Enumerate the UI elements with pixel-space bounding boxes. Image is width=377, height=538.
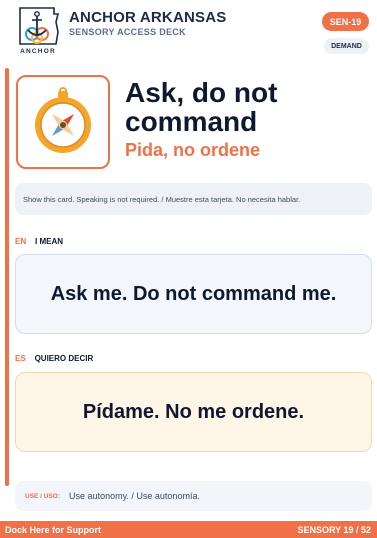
compass-tile — [16, 75, 110, 169]
use-note: USE / USO: Use autonomy. / Use autonomía… — [15, 481, 372, 511]
footer-card-index: SENSORY 19 / 52 — [297, 524, 371, 535]
brand-subtitle: SENSORY ACCESS DECK — [69, 27, 186, 37]
card-footer: Dock Here for Support SENSORY 19 / 52 — [0, 521, 377, 538]
logo-wordmark: ANCHOR — [20, 48, 56, 55]
en-heading: I MEAN — [35, 237, 64, 246]
es-heading: QUIERO DECIR — [34, 354, 94, 363]
use-label: USE / USO: — [25, 492, 61, 500]
anchor-logo: ANCHOR — [14, 6, 62, 58]
en-lang-tag: EN — [15, 237, 27, 246]
card-title: Ask, do not command — [125, 77, 278, 137]
use-text: Use autonomy. / Use autonomía. — [69, 491, 200, 501]
en-message-box: Ask me. Do not command me. — [15, 254, 372, 334]
card-title-es: Pida, no ordene — [125, 140, 261, 160]
sensory-card: ANCHOR ANCHOR ARKANSAS SENSORY ACCESS DE… — [0, 0, 377, 538]
brand-title: ANCHOR ARKANSAS — [69, 9, 227, 26]
en-section-label: EN I MEAN — [15, 237, 63, 246]
es-message-box: Pídame. No me ordene. — [15, 372, 372, 452]
compass-icon — [35, 87, 91, 153]
card-header: ANCHOR ANCHOR ARKANSAS SENSORY ACCESS DE… — [0, 0, 377, 62]
anchor-logo-icon — [19, 7, 60, 45]
accent-bar — [5, 68, 9, 486]
es-section-label: ES QUIERO DECIR — [15, 354, 93, 363]
instruction-banner: Show this card. Speaking is not required… — [15, 183, 372, 215]
footer-support-text: Dock Here for Support — [5, 524, 102, 535]
category-badge: DEMAND — [324, 38, 369, 54]
es-lang-tag: ES — [15, 354, 26, 363]
card-code-badge: SEN-19 — [322, 12, 369, 31]
